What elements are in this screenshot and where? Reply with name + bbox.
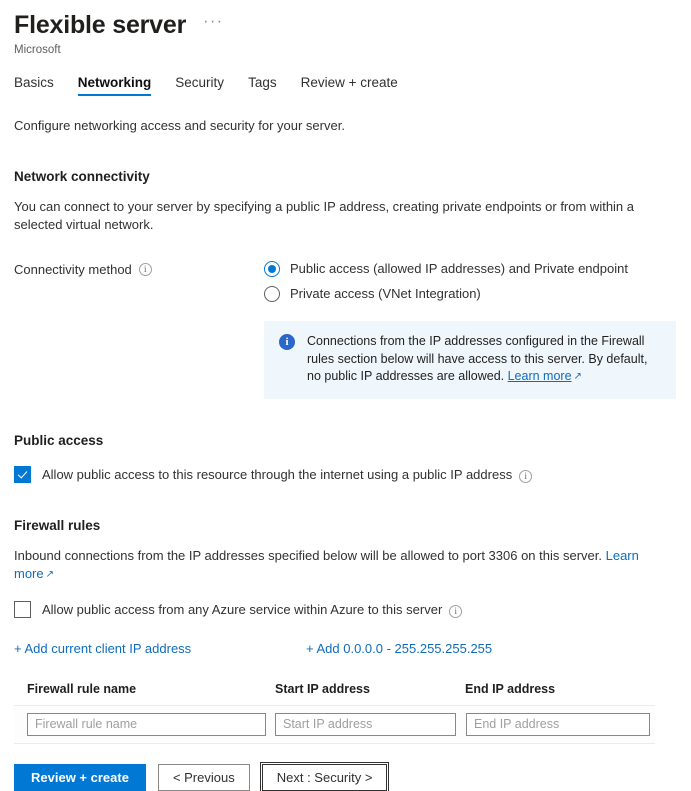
column-header-end-ip: End IP address <box>465 682 655 696</box>
table-divider-bottom <box>14 743 655 744</box>
more-options-icon[interactable]: ··· <box>200 14 226 36</box>
info-banner-message: Connections from the IP addresses config… <box>307 334 647 383</box>
azure-services-checkbox-label-group: Allow public access from any Azure servi… <box>42 601 462 619</box>
section-heading-firewall-rules: Firewall rules <box>14 517 677 535</box>
wizard-footer: Review + create < Previous Next : Securi… <box>0 764 691 791</box>
column-header-start-ip: Start IP address <box>275 682 465 696</box>
info-icon[interactable]: i <box>519 470 532 483</box>
info-icon[interactable]: i <box>139 263 152 276</box>
publisher-label: Microsoft <box>14 43 691 58</box>
network-connectivity-description: You can connect to your server by specif… <box>14 198 677 234</box>
connectivity-method-row: Connectivity method i Public access (all… <box>14 260 677 303</box>
review-create-button[interactable]: Review + create <box>14 764 146 791</box>
radio-button-public-access[interactable] <box>264 261 280 277</box>
external-link-icon[interactable]: ↗ <box>574 371 582 382</box>
section-heading-network-connectivity: Network connectivity <box>14 168 677 186</box>
info-banner-wrap: i Connections from the IP addresses conf… <box>14 321 677 399</box>
next-security-button[interactable]: Next : Security > <box>262 764 388 791</box>
add-current-client-ip-link[interactable]: + Add current client IP address <box>14 640 306 658</box>
end-ip-address-input[interactable] <box>466 713 650 736</box>
tab-networking[interactable]: Networking <box>78 75 152 96</box>
info-circle-icon: i <box>279 334 295 350</box>
firewall-rule-name-input[interactable] <box>27 713 266 736</box>
connectivity-method-radio-group: Public access (allowed IP addresses) and… <box>264 260 628 303</box>
column-header-rule-name: Firewall rule name <box>27 682 275 696</box>
external-link-icon[interactable]: ↗ <box>46 569 54 580</box>
title-row: Flexible server ··· <box>14 10 691 40</box>
add-ip-links-row: + Add current client IP address + Add 0.… <box>14 640 677 658</box>
main-content: Configure networking access and security… <box>0 117 691 744</box>
firewall-table-header: Firewall rule name Start IP address End … <box>27 682 677 705</box>
intro-text: Configure networking access and security… <box>14 117 677 135</box>
radio-option-public-access[interactable]: Public access (allowed IP addresses) and… <box>264 260 628 278</box>
info-icon[interactable]: i <box>449 605 462 618</box>
info-banner: i Connections from the IP addresses conf… <box>264 321 676 399</box>
azure-services-checkbox-label: Allow public access from any Azure servi… <box>42 601 442 619</box>
public-access-checkbox-row[interactable]: Allow public access to this resource thr… <box>14 466 677 484</box>
public-access-checkbox-label-group: Allow public access to this resource thr… <box>42 466 532 484</box>
tab-review-create[interactable]: Review + create <box>301 75 398 96</box>
wizard-tabs: Basics Networking Security Tags Review +… <box>14 69 691 96</box>
azure-services-checkbox-row[interactable]: Allow public access from any Azure servi… <box>14 601 677 619</box>
radio-button-private-access[interactable] <box>264 286 280 302</box>
tab-security[interactable]: Security <box>175 75 224 96</box>
info-banner-text: Connections from the IP addresses config… <box>307 333 662 387</box>
tab-tags[interactable]: Tags <box>248 75 277 96</box>
tab-basics[interactable]: Basics <box>14 75 54 96</box>
page-title: Flexible server <box>14 10 186 40</box>
page-header: Flexible server ··· Microsoft <box>0 0 691 58</box>
connectivity-method-label: Connectivity method <box>14 261 132 279</box>
banner-learn-more-link[interactable]: Learn more <box>508 369 572 383</box>
azure-services-checkbox[interactable] <box>14 601 31 618</box>
public-access-checkbox-label: Allow public access to this resource thr… <box>42 466 512 484</box>
banner-spacer <box>14 321 264 399</box>
firewall-rules-table: Firewall rule name Start IP address End … <box>14 682 677 744</box>
previous-button[interactable]: < Previous <box>158 764 250 791</box>
start-ip-address-input[interactable] <box>275 713 456 736</box>
section-heading-public-access: Public access <box>14 432 677 450</box>
table-row <box>14 706 655 743</box>
radio-label-public-access: Public access (allowed IP addresses) and… <box>290 260 628 278</box>
firewall-rules-description-row: Inbound connections from the IP addresse… <box>14 547 677 585</box>
firewall-rules-description: Inbound connections from the IP addresse… <box>14 548 606 563</box>
radio-option-private-access[interactable]: Private access (VNet Integration) <box>264 285 628 303</box>
radio-label-private-access: Private access (VNet Integration) <box>290 285 481 303</box>
add-all-ip-range-link[interactable]: + Add 0.0.0.0 - 255.255.255.255 <box>306 640 492 658</box>
connectivity-method-label-group: Connectivity method i <box>14 260 264 303</box>
public-access-checkbox[interactable] <box>14 466 31 483</box>
